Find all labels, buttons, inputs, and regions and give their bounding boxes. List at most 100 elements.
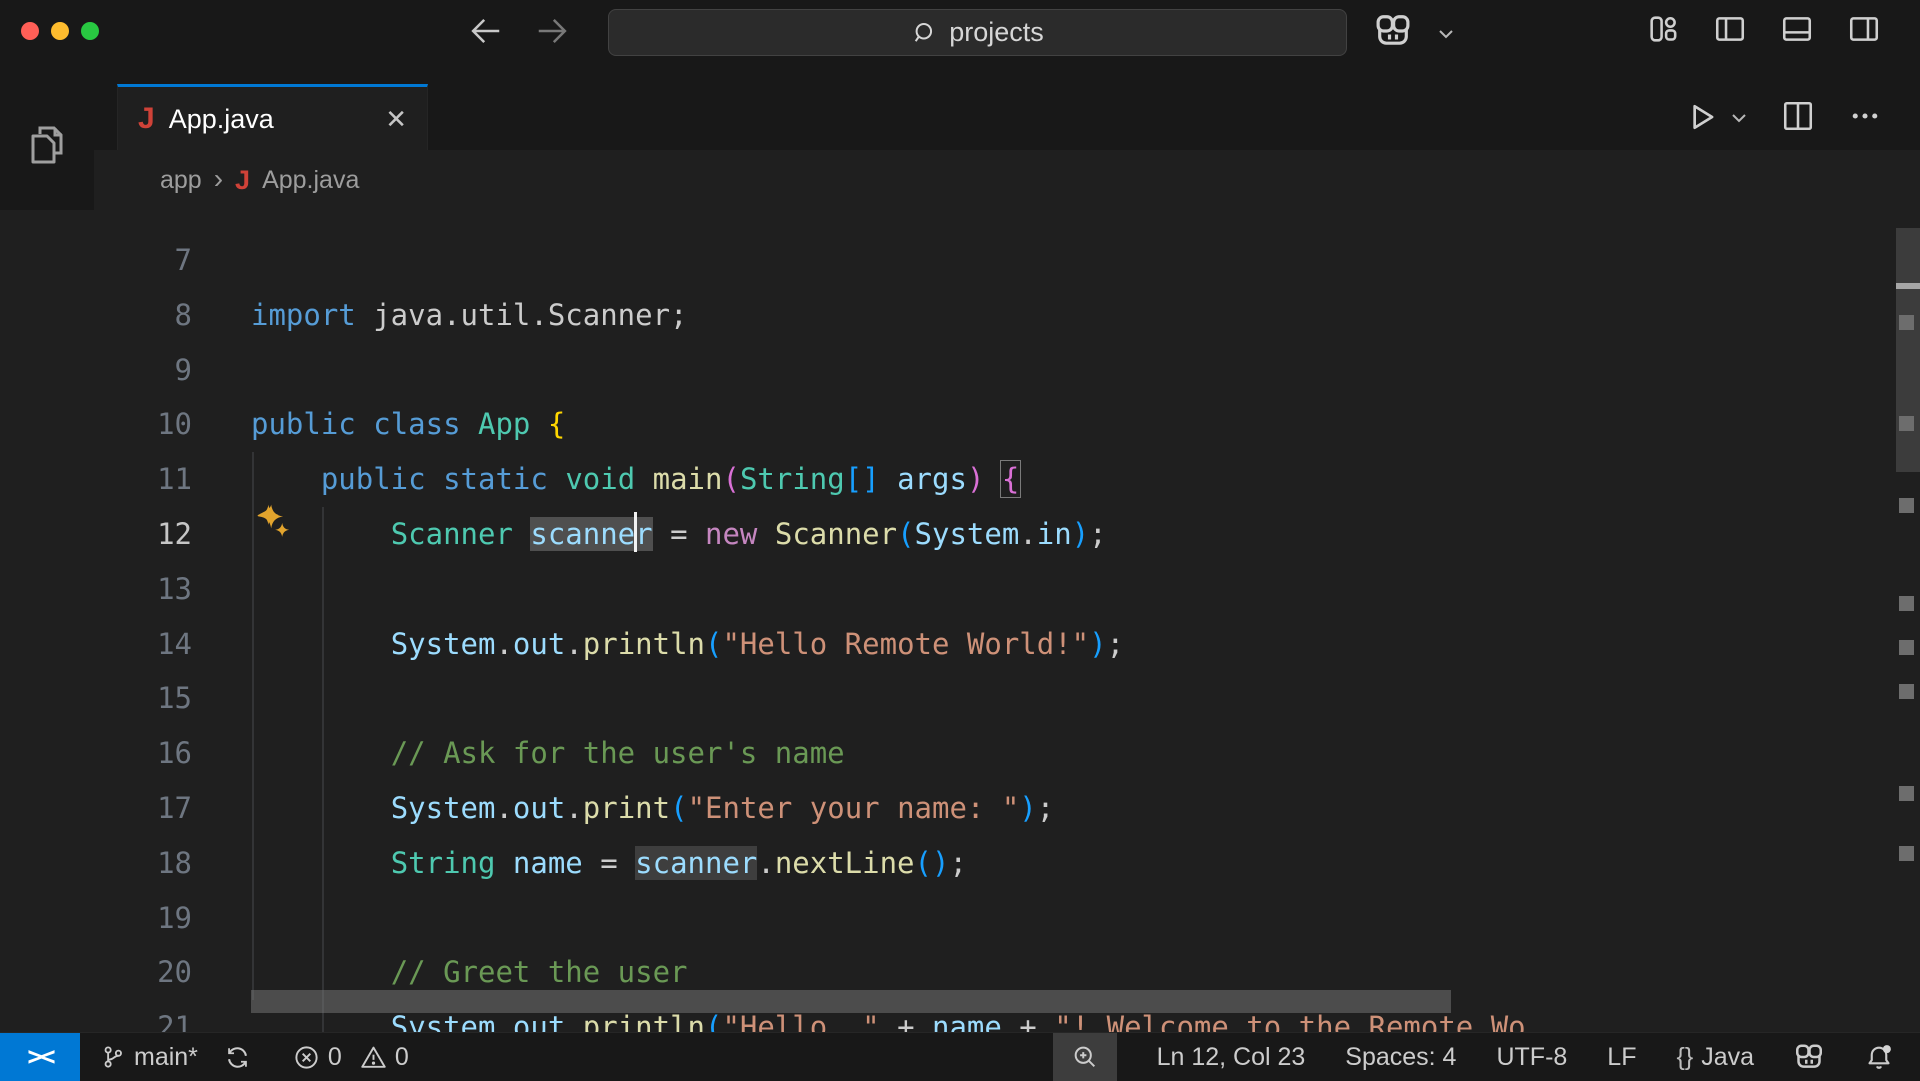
language-mode-item[interactable]: {} Java bbox=[1676, 1033, 1754, 1081]
command-center-search[interactable]: projects bbox=[608, 9, 1347, 56]
code-text: Scanner scanner = new Scanner(System.in)… bbox=[251, 507, 1107, 562]
tab-close-button[interactable]: ✕ bbox=[385, 104, 407, 135]
explorer-files-icon bbox=[23, 121, 71, 169]
macos-minimize-button[interactable] bbox=[51, 22, 69, 40]
customize-layout-button[interactable] bbox=[1646, 12, 1680, 46]
code-text: String name = scanner.nextLine(); bbox=[251, 836, 967, 891]
copilot-menu-button[interactable] bbox=[1374, 12, 1412, 50]
code-line: 13 bbox=[0, 562, 1920, 617]
chevron-right-icon: › bbox=[214, 163, 223, 195]
code-line: 19 bbox=[0, 891, 1920, 946]
panel-bottom-icon bbox=[1780, 12, 1814, 46]
breadcrumb-folder[interactable]: app bbox=[160, 166, 202, 195]
breadcrumb: app › J App.java bbox=[94, 150, 1920, 210]
copilot-icon bbox=[1794, 1042, 1824, 1072]
code-text: // Ask for the user's name bbox=[251, 726, 845, 781]
overview-ruler-marker bbox=[1899, 684, 1914, 699]
code-text: System.out.println("Hello Remote World!"… bbox=[251, 617, 1124, 672]
code-line: 17 System.out.print("Enter your name: ")… bbox=[0, 781, 1920, 836]
tab-label: App.java bbox=[169, 104, 372, 135]
overview-ruler-marker bbox=[1899, 498, 1914, 513]
code-text: public static void main(String[] args) { bbox=[251, 452, 1019, 507]
run-button[interactable] bbox=[1682, 98, 1720, 136]
sidebar-right-icon bbox=[1847, 12, 1881, 46]
arrow-right-icon bbox=[534, 12, 572, 50]
toggle-panel-button[interactable] bbox=[1780, 12, 1814, 46]
eol-item[interactable]: LF bbox=[1607, 1033, 1636, 1081]
cursor-position-item[interactable]: Ln 12, Col 23 bbox=[1157, 1033, 1306, 1081]
line-number: 11 bbox=[94, 452, 192, 507]
branch-status-item[interactable]: main* bbox=[100, 1033, 198, 1081]
search-value: projects bbox=[949, 17, 1044, 48]
split-editor-button[interactable] bbox=[1780, 98, 1816, 134]
error-icon bbox=[293, 1044, 320, 1071]
code-line: 15 bbox=[0, 671, 1920, 726]
code-line: 10public class App { bbox=[0, 397, 1920, 452]
code-text: import java.util.Scanner; bbox=[251, 288, 688, 343]
cursor-position: Ln 12, Col 23 bbox=[1157, 1043, 1306, 1072]
editor-tab-bar: J App.java ✕ bbox=[94, 84, 1920, 151]
indentation-item[interactable]: Spaces: 4 bbox=[1345, 1033, 1456, 1081]
encoding-item[interactable]: UTF-8 bbox=[1496, 1033, 1567, 1081]
line-number: 7 bbox=[94, 233, 192, 288]
toggle-primary-sidebar-button[interactable] bbox=[1713, 12, 1747, 46]
line-number: 12 bbox=[94, 507, 192, 562]
copilot-status-item[interactable] bbox=[1794, 1033, 1824, 1081]
more-actions-button[interactable] bbox=[1847, 98, 1883, 134]
problems-status-item[interactable]: 0 0 bbox=[293, 1033, 409, 1081]
code-line: 14 System.out.println("Hello Remote Worl… bbox=[0, 617, 1920, 672]
status-bar: >< main* bbox=[0, 1032, 1920, 1081]
navigate-forward-button[interactable] bbox=[534, 12, 572, 50]
zoom-in-icon bbox=[1071, 1043, 1099, 1071]
horizontal-scrollbar[interactable] bbox=[251, 990, 1451, 1013]
code-text: System.out.print("Enter your name: "); bbox=[251, 781, 1054, 836]
search-icon bbox=[911, 19, 939, 47]
code-line: 16 // Ask for the user's name bbox=[0, 726, 1920, 781]
split-editor-icon bbox=[1780, 98, 1816, 134]
overview-ruler-marker bbox=[1899, 416, 1914, 431]
sidebar-left-icon bbox=[1713, 12, 1747, 46]
line-number: 20 bbox=[94, 945, 192, 1000]
macos-zoom-button[interactable] bbox=[81, 22, 99, 40]
run-dropdown-button[interactable] bbox=[1727, 106, 1751, 130]
tab-app-java[interactable]: J App.java ✕ bbox=[117, 84, 428, 151]
code-line: 11 public static void main(String[] args… bbox=[0, 452, 1920, 507]
line-number: 18 bbox=[94, 836, 192, 891]
code-line: 18 String name = scanner.nextLine(); bbox=[0, 836, 1920, 891]
braces-icon: {} bbox=[1676, 1043, 1693, 1072]
zoom-status-item[interactable] bbox=[1053, 1033, 1117, 1081]
sidebar-item-explorer[interactable] bbox=[0, 97, 94, 193]
error-count: 0 bbox=[328, 1043, 342, 1072]
line-number: 15 bbox=[94, 671, 192, 726]
warning-icon bbox=[360, 1044, 387, 1071]
branch-name: main* bbox=[134, 1043, 198, 1072]
code-editor[interactable]: 78 import java.util.Scanner; 910public cla… bbox=[0, 210, 1920, 1032]
line-number: 17 bbox=[94, 781, 192, 836]
line-number: 9 bbox=[94, 343, 192, 398]
copilot-sparkle-icon[interactable] bbox=[251, 500, 295, 544]
code-line: 9 bbox=[0, 343, 1920, 398]
breadcrumb-file[interactable]: App.java bbox=[262, 166, 359, 195]
ellipsis-icon bbox=[1847, 98, 1883, 134]
notifications-item[interactable] bbox=[1864, 1033, 1894, 1081]
vertical-scrollbar[interactable] bbox=[1896, 228, 1920, 472]
encoding: UTF-8 bbox=[1496, 1043, 1567, 1072]
copilot-icon bbox=[1374, 12, 1412, 50]
navigate-back-button[interactable] bbox=[466, 12, 504, 50]
remote-icon: >< bbox=[27, 1042, 52, 1072]
sync-status-item[interactable] bbox=[224, 1033, 251, 1081]
macos-close-button[interactable] bbox=[21, 22, 39, 40]
line-number: 19 bbox=[94, 891, 192, 946]
remote-indicator[interactable]: >< bbox=[0, 1033, 80, 1081]
git-branch-icon bbox=[100, 1044, 126, 1070]
bell-icon bbox=[1864, 1042, 1894, 1072]
toggle-secondary-sidebar-button[interactable] bbox=[1847, 12, 1881, 46]
line-number: 8 bbox=[94, 288, 192, 343]
sync-icon bbox=[224, 1044, 251, 1071]
chevron-down-icon[interactable] bbox=[1434, 22, 1458, 46]
indentation: Spaces: 4 bbox=[1345, 1043, 1456, 1072]
overview-ruler-cursor-marker bbox=[1896, 283, 1920, 289]
line-number: 16 bbox=[94, 726, 192, 781]
eol: LF bbox=[1607, 1043, 1636, 1072]
warning-count: 0 bbox=[395, 1043, 409, 1072]
